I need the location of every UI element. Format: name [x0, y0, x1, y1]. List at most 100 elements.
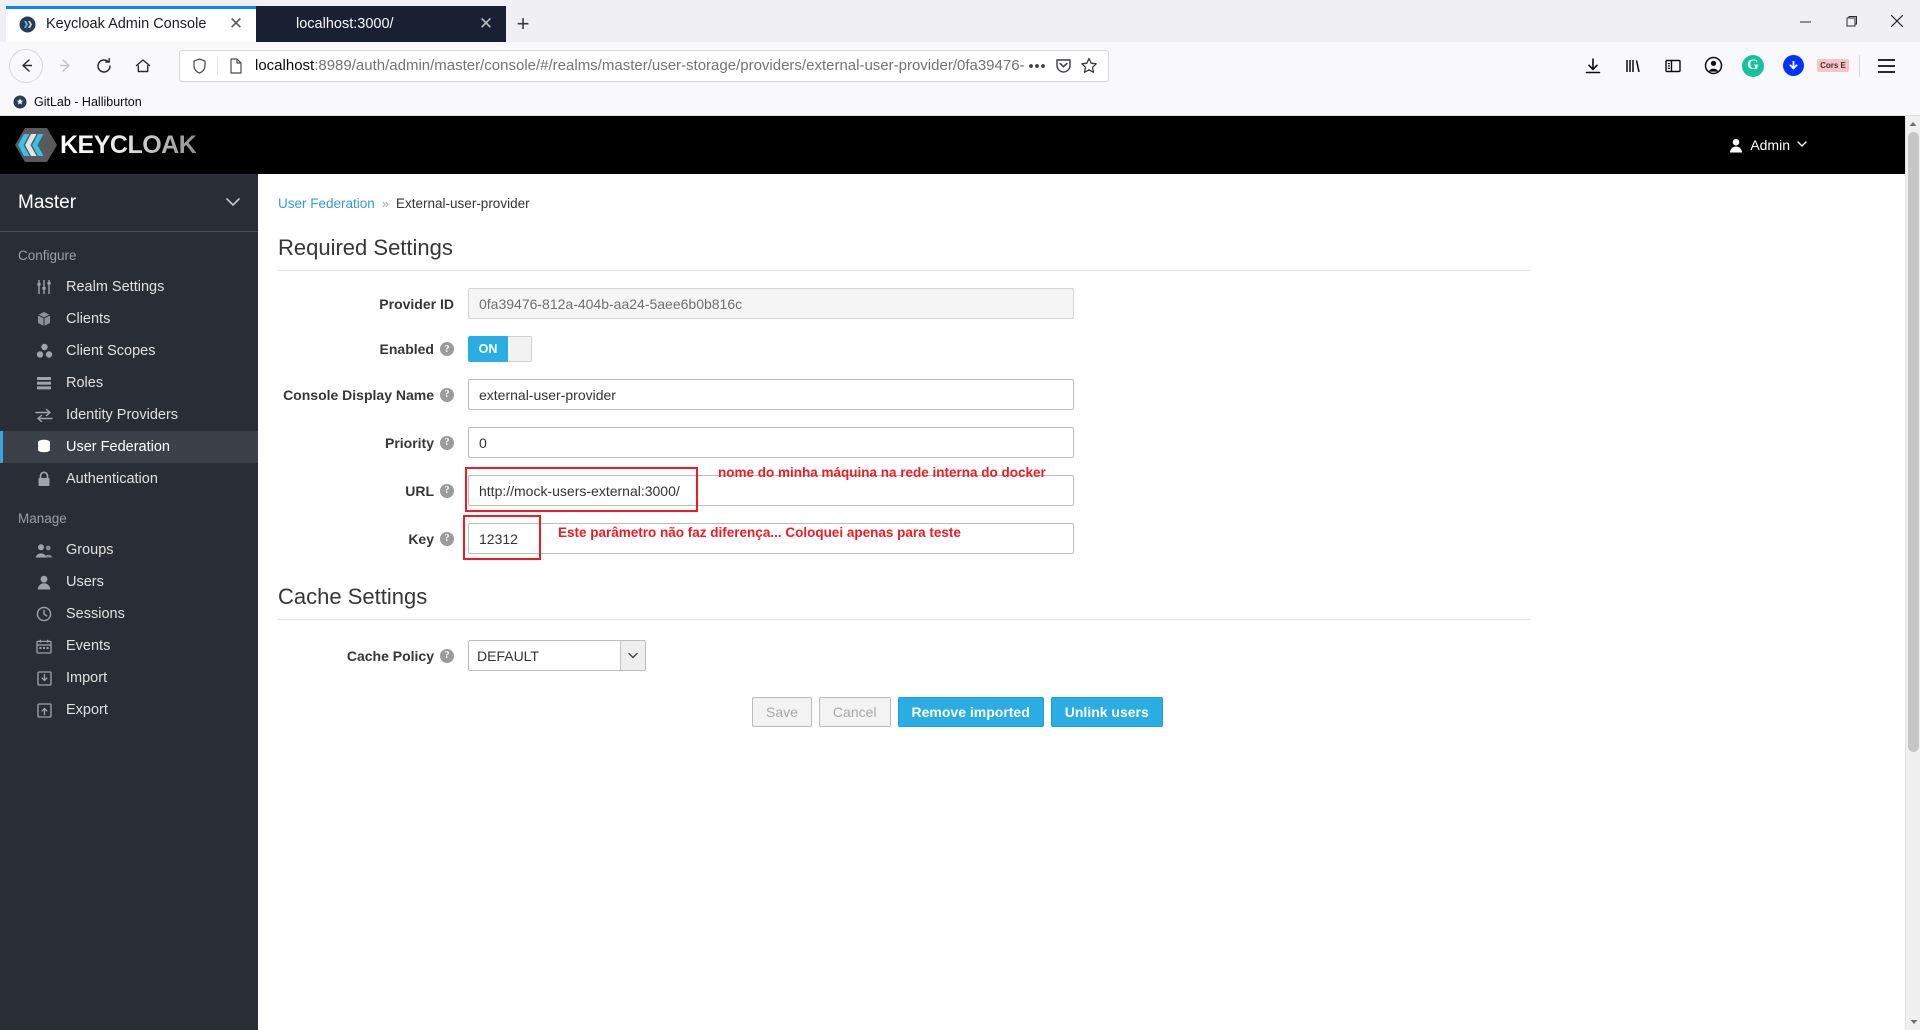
console-display-name-input[interactable] — [468, 379, 1074, 410]
ellipsis-icon[interactable] — [1024, 53, 1050, 79]
shield-icon[interactable] — [186, 53, 212, 79]
browser-titlebar: Keycloak Admin Console ✕ localhost:3000/… — [0, 0, 1920, 42]
cache-policy-field: DEFAULT — [468, 640, 646, 671]
help-icon[interactable]: ? — [440, 531, 454, 546]
tab-title: Keycloak Admin Console — [46, 16, 207, 32]
sidebar-item-groups[interactable]: Groups — [0, 534, 258, 566]
bookmark-gitlab-halliburton[interactable]: GitLab - Halliburton — [12, 94, 142, 110]
cancel-button[interactable]: Cancel — [818, 697, 891, 727]
page-scrollbar[interactable] — [1905, 116, 1920, 1030]
browser-window: Keycloak Admin Console ✕ localhost:3000/… — [0, 0, 1920, 1030]
blank-icon — [268, 15, 287, 34]
scroll-down-icon[interactable] — [1906, 1014, 1920, 1030]
label-text: Key — [408, 530, 434, 547]
remove-imported-button[interactable]: Remove imported — [897, 697, 1044, 727]
url-text[interactable]: localhost:8989/auth/admin/master/console… — [249, 57, 1024, 74]
save-button[interactable]: Save — [752, 697, 812, 727]
chevron-down-icon — [226, 195, 240, 210]
user-menu[interactable]: Admin — [1729, 116, 1807, 174]
cors-badge: Cors E — [1817, 59, 1849, 72]
help-icon[interactable]: ? — [440, 483, 454, 498]
sidebar-item-label: Sessions — [66, 606, 125, 622]
grammarly-extension-icon[interactable]: G — [1736, 49, 1770, 83]
field-row-provider-id: Provider ID — [258, 288, 1905, 319]
sidebar-item-realm-settings[interactable]: Realm Settings — [0, 271, 258, 303]
unlink-users-button[interactable]: Unlink users — [1050, 697, 1163, 727]
enabled-field: ON — [468, 336, 532, 362]
priority-field — [468, 427, 1074, 458]
key-annotation-text: Este parâmetro não faz diferença... Colo… — [558, 525, 961, 540]
app-menu-icon[interactable] — [1869, 49, 1903, 83]
field-row-url: URL ? nome do minha máquina na rede inte… — [258, 465, 1905, 512]
library-icon[interactable] — [1616, 49, 1650, 83]
sidebar-item-export[interactable]: Export — [0, 694, 258, 726]
users-icon — [33, 543, 55, 558]
tab-strip: Keycloak Admin Console ✕ localhost:3000/… — [0, 0, 1920, 42]
realm-selector[interactable]: Master — [0, 174, 258, 232]
close-icon[interactable]: ✕ — [226, 14, 246, 34]
sidebar-item-clients[interactable]: Clients — [0, 303, 258, 335]
keycloak-icon — [18, 15, 37, 34]
tab-keycloak-admin-console[interactable]: Keycloak Admin Console ✕ — [6, 6, 256, 42]
tab-localhost-3000[interactable]: localhost:3000/ ✕ — [256, 6, 506, 42]
bookmarks-bar: GitLab - Halliburton — [0, 89, 1920, 116]
calendar-icon — [33, 639, 55, 654]
maximize-icon[interactable] — [1828, 0, 1874, 42]
toggle-knob — [508, 336, 532, 362]
sidebar-item-label: Realm Settings — [66, 279, 165, 295]
pocket-icon[interactable] — [1050, 53, 1076, 79]
bookmark-label: GitLab - Halliburton — [34, 95, 142, 109]
close-icon[interactable]: ✕ — [476, 14, 496, 34]
toggle-on-label: ON — [468, 336, 508, 362]
sidebar-item-roles[interactable]: Roles — [0, 367, 258, 399]
help-icon[interactable]: ? — [440, 387, 454, 402]
cors-extension-icon[interactable]: Cors E — [1816, 49, 1850, 83]
sidebar-item-label: Import — [66, 670, 108, 686]
page-icon[interactable] — [223, 53, 249, 79]
help-icon[interactable]: ? — [440, 342, 454, 356]
sidebar-item-label: User Federation — [66, 439, 170, 455]
enabled-toggle[interactable]: ON — [468, 336, 532, 362]
exchange-icon — [33, 408, 55, 422]
keycloak-logo-icon — [14, 126, 58, 164]
address-bar[interactable]: localhost:8989/auth/admin/master/console… — [179, 49, 1109, 82]
sidebar-icon[interactable] — [1656, 49, 1690, 83]
scrollbar-thumb[interactable] — [1908, 132, 1919, 752]
field-row-key: Key ? Este parâmetro não faz diferença..… — [258, 515, 1905, 560]
breadcrumb-user-federation[interactable]: User Federation — [278, 196, 375, 211]
sidebar-item-authentication[interactable]: Authentication — [0, 463, 258, 495]
back-button[interactable] — [9, 48, 43, 83]
chevron-down-icon[interactable] — [620, 641, 645, 670]
downloads-icon[interactable] — [1576, 49, 1610, 83]
sidebar-item-label: Identity Providers — [66, 407, 179, 423]
star-icon[interactable] — [1076, 53, 1102, 79]
keycloak-logo[interactable]: KEYCLOAK — [14, 126, 197, 164]
download-manager-extension-icon[interactable] — [1776, 49, 1810, 83]
home-button[interactable] — [126, 49, 160, 83]
breadcrumb-current: External-user-provider — [396, 196, 530, 211]
cubes-icon — [33, 343, 55, 359]
sidebar-item-import[interactable]: Import — [0, 662, 258, 694]
user-menu-label: Admin — [1750, 137, 1790, 153]
scroll-up-icon[interactable] — [1906, 116, 1920, 132]
console-display-name-label: Console Display Name ? — [258, 387, 468, 403]
new-tab-button[interactable]: + — [506, 6, 540, 42]
sidebar-item-label: Export — [66, 702, 108, 718]
sidebar-item-events[interactable]: Events — [0, 630, 258, 662]
sidebar-item-users[interactable]: Users — [0, 566, 258, 598]
close-icon[interactable] — [1874, 0, 1920, 42]
sidebar-item-sessions[interactable]: Sessions — [0, 598, 258, 630]
help-icon[interactable]: ? — [440, 435, 454, 450]
cache-policy-select-wrap[interactable]: DEFAULT — [468, 640, 646, 671]
help-icon[interactable]: ? — [440, 648, 454, 663]
priority-input[interactable] — [468, 427, 1074, 458]
sidebar-item-identity-providers[interactable]: Identity Providers — [0, 399, 258, 431]
clock-icon — [33, 606, 55, 622]
field-row-cache-policy: Cache Policy ? DEFAULT — [258, 640, 1905, 671]
sidebar-item-user-federation[interactable]: User Federation — [0, 431, 258, 463]
sidebar-item-client-scopes[interactable]: Client Scopes — [0, 335, 258, 367]
account-icon[interactable] — [1696, 49, 1730, 83]
sidebar-item-label: Groups — [66, 542, 114, 558]
reload-button[interactable] — [87, 49, 121, 83]
minimize-icon[interactable] — [1782, 0, 1828, 42]
